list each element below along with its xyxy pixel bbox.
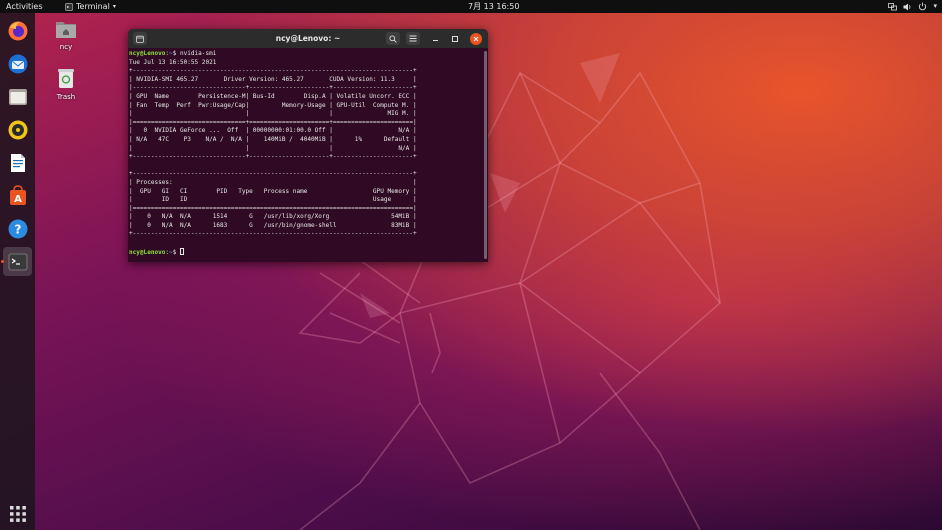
volume-icon	[903, 3, 911, 10]
terminal-titlebar[interactable]: ncy@Lenovo: ~	[128, 29, 488, 48]
trash-label: Trash	[56, 93, 76, 101]
prompt-path: ~	[169, 248, 173, 256]
terminal-small-icon	[65, 2, 73, 11]
prompt-user: ncy@Lenovo	[129, 248, 166, 256]
dock-firefox[interactable]	[3, 16, 32, 45]
svg-text:?: ?	[14, 222, 21, 236]
text-cursor	[179, 247, 184, 255]
close-button[interactable]	[470, 32, 482, 45]
menu-button[interactable]	[406, 32, 420, 45]
minimize-icon	[432, 39, 438, 41]
search-icon	[389, 34, 397, 43]
dock-terminal[interactable]	[3, 247, 32, 276]
prompt-user: ncy@Lenovo	[129, 50, 166, 57]
terminal-icon	[8, 253, 27, 270]
show-applications-button[interactable]	[3, 499, 32, 528]
maximize-button[interactable]	[450, 32, 460, 45]
dock-help[interactable]: ?	[3, 214, 32, 243]
search-button[interactable]	[386, 32, 400, 45]
running-indicator	[1, 260, 4, 263]
files-icon	[8, 88, 27, 105]
network-icon	[888, 2, 898, 10]
top-bar: Activities Terminal ▾ 7月 13 16:50 ▾	[0, 0, 942, 13]
power-icon	[919, 2, 927, 11]
app-menu[interactable]: Terminal ▾	[65, 0, 116, 13]
chevron-down-icon: ▾	[933, 2, 937, 10]
dock-libreoffice-writer[interactable]	[3, 148, 32, 177]
terminal-window[interactable]: ncy@Lenovo: ~ ncy@Lenovo:~$ nvidia-smi T…	[128, 29, 488, 262]
command-text: nvidia-smi	[179, 50, 217, 57]
trash-icon	[58, 69, 74, 88]
activities-button[interactable]: Activities	[6, 0, 43, 13]
terminal-line-prompt: ncy@Lenovo:~$	[129, 247, 481, 258]
firefox-icon	[8, 21, 27, 40]
help-icon: ?	[8, 219, 27, 238]
home-folder-icon	[56, 22, 76, 38]
home-folder-label: ncy	[59, 43, 73, 51]
close-icon	[473, 36, 479, 41]
libreoffice-writer-icon	[10, 153, 25, 172]
maximize-icon	[452, 35, 458, 42]
app-menu-label: Terminal	[76, 2, 110, 11]
terminal-line-command: ncy@Lenovo:~$ nvidia-smi	[129, 50, 217, 57]
system-menu[interactable]: ▾	[888, 0, 937, 13]
svg-text:A: A	[14, 194, 22, 205]
dock: A ?	[0, 13, 35, 530]
dock-thunderbird[interactable]	[3, 49, 32, 78]
minimize-button[interactable]	[430, 32, 440, 45]
prompt-path: ~	[169, 50, 173, 57]
ubuntu-software-icon: A	[9, 184, 26, 205]
hamburger-icon	[409, 35, 417, 42]
dock-files[interactable]	[3, 82, 32, 111]
thunderbird-icon	[8, 54, 27, 73]
dock-rhythmbox[interactable]	[3, 115, 32, 144]
desktop-trash[interactable]: Trash	[46, 67, 86, 101]
chevron-down-icon: ▾	[112, 3, 116, 10]
clock[interactable]: 7月 13 16:50	[468, 0, 519, 13]
terminal-output: Tue Jul 13 16:50:55 2021 +--------------…	[129, 58, 417, 238]
terminal-content[interactable]: ncy@Lenovo:~$ nvidia-smi Tue Jul 13 16:5…	[128, 50, 481, 262]
desktop-home-folder[interactable]: ncy	[46, 19, 86, 51]
rhythmbox-icon	[8, 120, 27, 139]
terminal-scrollbar[interactable]	[484, 51, 487, 259]
app-grid-icon	[9, 505, 26, 522]
dock-ubuntu-software[interactable]: A	[3, 181, 32, 210]
